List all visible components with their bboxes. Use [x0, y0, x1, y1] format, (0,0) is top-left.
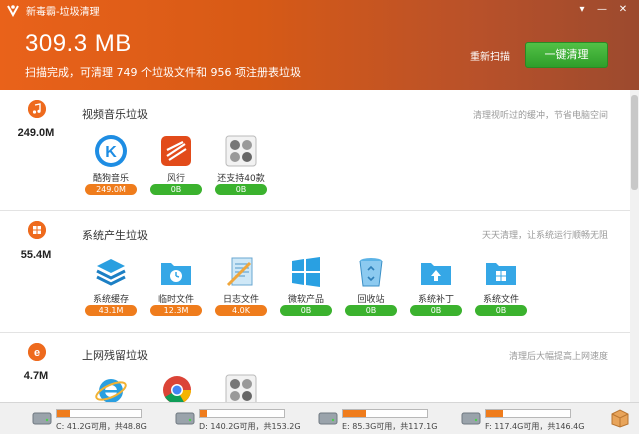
temp-folder-icon — [161, 263, 191, 285]
drive-label: D: 140.2G可用，共153.2G — [199, 422, 301, 431]
scan-summary: 扫描完成，可清理 749 个垃圾文件和 956 项注册表垃圾 — [25, 66, 301, 79]
hard-drive-icon — [175, 412, 195, 425]
item-label: 回收站 — [357, 295, 385, 305]
drive-label: F: 117.4G可用，共146.4G — [485, 422, 585, 431]
item-size-badge: 0B — [410, 305, 462, 316]
recycle-bin-icon — [359, 258, 383, 287]
section-size: 4.7M — [23, 370, 49, 382]
section-title: 系统产生垃圾 — [82, 229, 148, 242]
drive-usage-fill — [343, 410, 366, 417]
duba-logo-icon — [7, 5, 19, 17]
kugou-icon: K — [95, 135, 127, 167]
drive-usage-fill — [486, 410, 503, 417]
drive-usage-bar — [199, 409, 285, 418]
internet-explorer-icon[interactable] — [94, 373, 128, 402]
item-label: 临时文件 — [157, 295, 194, 305]
drive-d: D: 140.2G可用，共153.2G — [175, 407, 315, 433]
item-label: 系统补丁 — [417, 295, 454, 305]
rescan-link[interactable]: 重新扫描 — [470, 48, 510, 63]
item-label: 系统缓存 — [92, 295, 129, 305]
fengxing-icon — [161, 136, 191, 166]
section-video-music: 249.0M 视频音乐垃圾 清理视听过的缓冲，节省电脑空间 K 酷狗音乐 249… — [0, 90, 630, 211]
svg-text:K: K — [105, 144, 117, 161]
item-label: 系统文件 — [482, 295, 519, 305]
item-size-badge: 43.1M — [85, 305, 137, 316]
item-label: 还支持40款 — [217, 174, 265, 184]
more-browsers-icon[interactable] — [224, 373, 258, 402]
section-size: 55.4M — [20, 249, 52, 261]
item-label: 酷狗音乐 — [92, 174, 129, 184]
section-size: 249.0M — [17, 127, 55, 139]
window-title: 新毒霸-垃圾清理 — [26, 7, 100, 18]
drive-usage-fill — [57, 410, 71, 417]
minimize-icon[interactable]: — — [594, 2, 610, 18]
ie-browser-icon: e — [28, 343, 46, 361]
music-note-icon — [28, 100, 46, 118]
item-size-badge: 12.3M — [150, 305, 202, 316]
windows-logo-icon — [28, 221, 46, 239]
title-bar: 新毒霸-垃圾清理 ▾ — ✕ — [0, 0, 639, 20]
windows-folder-icon — [486, 263, 516, 285]
section-title: 视频音乐垃圾 — [82, 108, 148, 121]
item-label: 风行 — [166, 174, 185, 184]
drive-usage-bar — [342, 409, 428, 418]
stacked-layers-icon — [96, 259, 126, 286]
drive-usage-bar — [485, 409, 571, 418]
close-icon[interactable]: ✕ — [615, 2, 631, 18]
total-junk-size: 309.3 MB — [25, 30, 132, 57]
section-internet: e 4.7M 上网残留垃圾 清理后大幅提高上网速度 — [0, 333, 630, 402]
log-document-icon — [226, 257, 253, 287]
scrollbar-thumb[interactable] — [631, 95, 638, 190]
item-size-badge: 0B — [280, 305, 332, 316]
drive-c: C: 41.2G可用，共48.8G — [32, 407, 172, 433]
drive-usage-bar — [56, 409, 142, 418]
item-size-badge: 0B — [475, 305, 527, 316]
section-hint: 天天清理，让系统运行顺畅无阻 — [481, 231, 608, 241]
item-size-badge: 0B — [345, 305, 397, 316]
section-system: 55.4M 系统产生垃圾 天天清理，让系统运行顺畅无阻 系统缓存 43.1M 临… — [0, 211, 630, 333]
menu-dropdown-icon[interactable]: ▾ — [574, 2, 590, 18]
junk-list: 249.0M 视频音乐垃圾 清理视听过的缓冲，节省电脑空间 K 酷狗音乐 249… — [0, 90, 639, 402]
section-title: 上网残留垃圾 — [82, 349, 148, 362]
hard-drive-icon — [318, 412, 338, 425]
drive-usage-fill — [200, 410, 207, 417]
patch-folder-icon — [421, 263, 451, 285]
drive-status-bar: C: 41.2G可用，共48.8G D: 140.2G可用，共153.2G E:… — [0, 402, 639, 434]
drive-f: F: 117.4G可用，共146.4G — [461, 407, 601, 433]
drive-label: C: 41.2G可用，共48.8G — [56, 422, 147, 431]
toolbox-icon[interactable] — [610, 408, 630, 428]
chrome-icon[interactable] — [160, 373, 194, 402]
header-banner: 新毒霸-垃圾清理 ▾ — ✕ 309.3 MB 扫描完成，可清理 749 个垃圾… — [0, 0, 639, 90]
item-size-badge: 4.0K — [215, 305, 267, 316]
item-label: 日志文件 — [222, 295, 259, 305]
item-size-badge: 249.0M — [85, 184, 137, 195]
item-size-badge: 0B — [215, 184, 267, 195]
drive-e: E: 85.3G可用，共117.1G — [318, 407, 458, 433]
svg-text:e: e — [34, 347, 40, 359]
section-hint: 清理后大幅提高上网速度 — [508, 352, 608, 362]
hard-drive-icon — [32, 412, 52, 425]
section-hint: 清理视听过的缓冲，节省电脑空间 — [472, 111, 608, 121]
windows-logo-icon — [292, 257, 320, 287]
more-apps-icon — [225, 135, 257, 167]
item-label: 微软产品 — [287, 295, 324, 305]
one-click-clean-button[interactable]: 一键清理 — [525, 42, 608, 68]
drive-label: E: 85.3G可用，共117.1G — [342, 422, 438, 431]
hard-drive-icon — [461, 412, 481, 425]
item-size-badge: 0B — [150, 184, 202, 195]
